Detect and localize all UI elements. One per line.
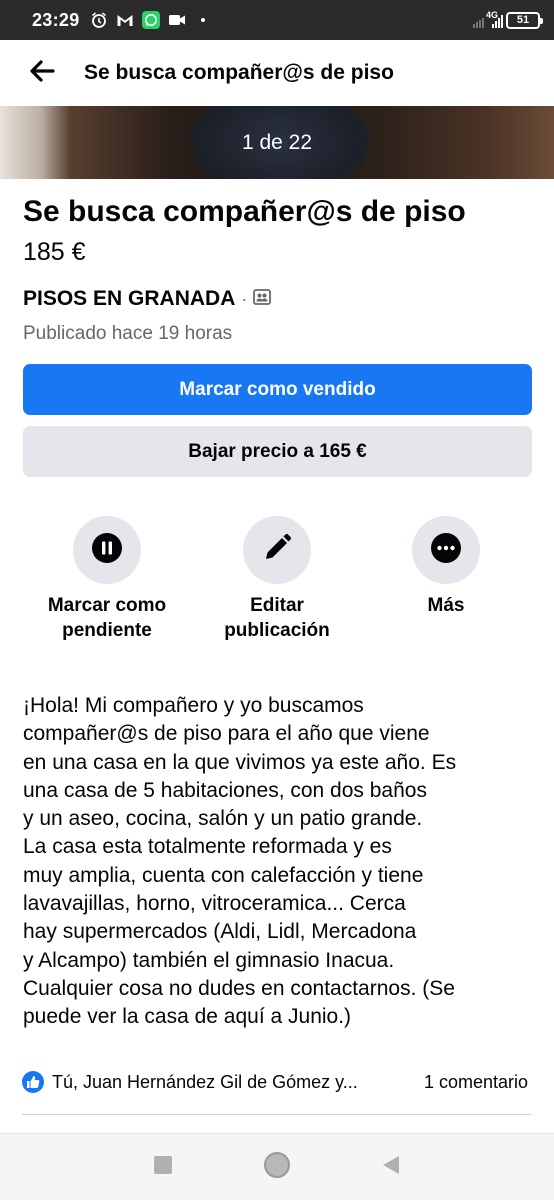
comments-count[interactable]: 1 comentario (424, 1072, 528, 1093)
more-notifications-icon (194, 11, 212, 29)
more-label: Más (427, 595, 465, 616)
video-icon (168, 11, 186, 29)
reactions-row[interactable]: Tú, Juan Hernández Gil de Gómez y... 1 c… (22, 1068, 528, 1096)
gmail-icon (116, 11, 134, 29)
back-button[interactable] (12, 40, 72, 106)
header-title: Se busca compañer@s de piso (84, 61, 394, 84)
battery-level: 51 (516, 14, 530, 26)
photo-counter: 1 de 22 (241, 130, 313, 154)
square-icon (153, 1155, 173, 1180)
status-bar: 23:29 4G 51 (0, 0, 554, 40)
lower-price-button[interactable]: Bajar precio a 165 € (23, 426, 532, 477)
divider (22, 1114, 531, 1115)
mark-sold-button[interactable]: Marcar como vendido (23, 364, 532, 415)
listing-photo[interactable]: 1 de 22 (0, 106, 554, 179)
more-icon (430, 532, 462, 569)
group-name[interactable]: PISOS EN GRANADA (23, 287, 235, 311)
listing-description: ¡Hola! Mi compañero y yo buscamos compañ… (23, 694, 457, 1029)
like-reaction-icon (22, 1071, 44, 1093)
network-type: 4G (485, 10, 498, 20)
listing-price: 185 € (23, 238, 86, 266)
alarm-icon (90, 11, 108, 29)
status-time: 23:29 (32, 9, 80, 30)
posted-time: Publicado hace 19 horas (23, 323, 233, 344)
listing-title: Se busca compañer@s de piso (23, 195, 466, 228)
status-system-icons: 4G 51 (472, 10, 543, 29)
more-button[interactable] (412, 516, 480, 584)
mark-pending-button[interactable] (73, 516, 141, 584)
status-notification-icons (90, 11, 212, 29)
mark-pending-label: Marcar como pendiente (47, 595, 167, 641)
group-row[interactable]: PISOS EN GRANADA · (23, 287, 272, 311)
edit-listing-button[interactable] (243, 516, 311, 584)
pause-icon (91, 532, 123, 569)
edit-listing-action[interactable]: Editar publicación (192, 516, 362, 643)
triangle-back-icon (381, 1154, 401, 1181)
group-separator: · (241, 288, 248, 309)
more-action[interactable]: Más (361, 516, 531, 618)
mark-pending-action[interactable]: Marcar como pendiente (22, 516, 192, 643)
circle-icon (263, 1151, 291, 1184)
reactors-names[interactable]: Tú, Juan Hernández Gil de Gómez y... (52, 1072, 358, 1093)
system-nav-bar (0, 1134, 554, 1200)
back-arrow-icon (29, 59, 55, 88)
recents-button[interactable] (106, 1134, 220, 1200)
home-button[interactable] (220, 1134, 334, 1200)
edit-listing-label: Editar publicación (224, 595, 330, 641)
whatsapp-icon (141, 11, 160, 29)
back-nav-button[interactable] (334, 1134, 448, 1200)
battery-icon: 51 (506, 11, 543, 29)
app-header: Se busca compañer@s de piso (0, 40, 554, 106)
pencil-icon (261, 532, 293, 569)
group-icon (253, 288, 272, 311)
